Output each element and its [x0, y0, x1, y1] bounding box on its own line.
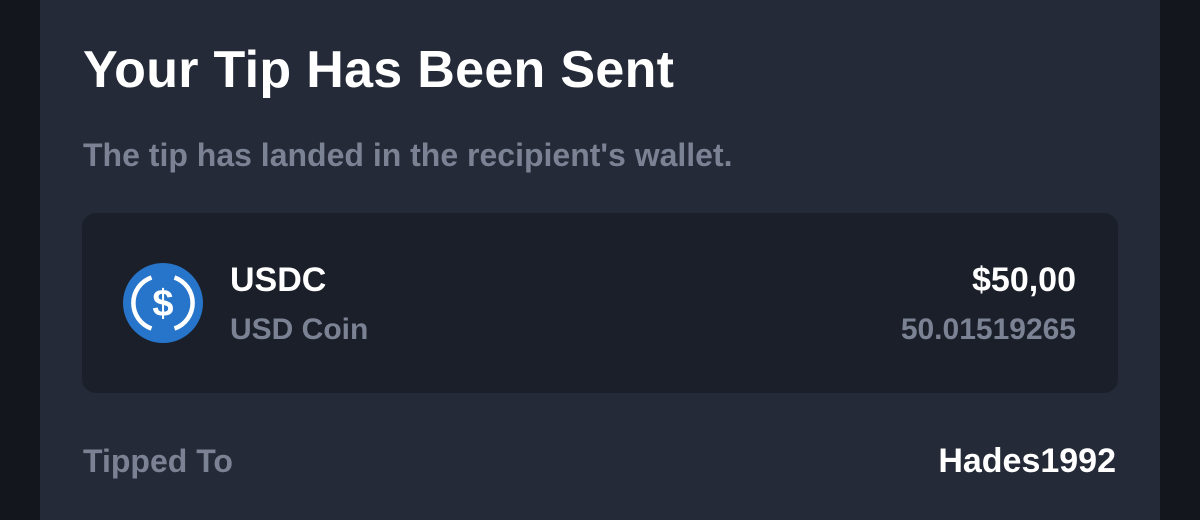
page-backdrop: Your Tip Has Been Sent The tip has lande… [0, 0, 1200, 520]
modal-subtitle: The tip has landed in the recipient's wa… [83, 137, 733, 173]
fiat-amount: $50,00 [972, 261, 1076, 299]
tipped-to-label: Tipped To [83, 443, 233, 479]
tipped-to-row: Tipped To Hades1992 [82, 438, 1118, 484]
tip-sent-modal: Your Tip Has Been Sent The tip has lande… [40, 0, 1160, 520]
crypto-amount: 50.01519265 [900, 313, 1076, 346]
tipped-to-value: Hades1992 [938, 442, 1116, 480]
coin-symbol: USDC [230, 261, 327, 299]
svg-text:$: $ [152, 283, 173, 325]
usdc-coin-icon: $ [123, 263, 203, 343]
modal-title: Your Tip Has Been Sent [83, 41, 675, 99]
asset-card: $ USDC USD Coin $50,00 50.01519265 [82, 213, 1118, 393]
coin-name: USD Coin [230, 313, 369, 346]
